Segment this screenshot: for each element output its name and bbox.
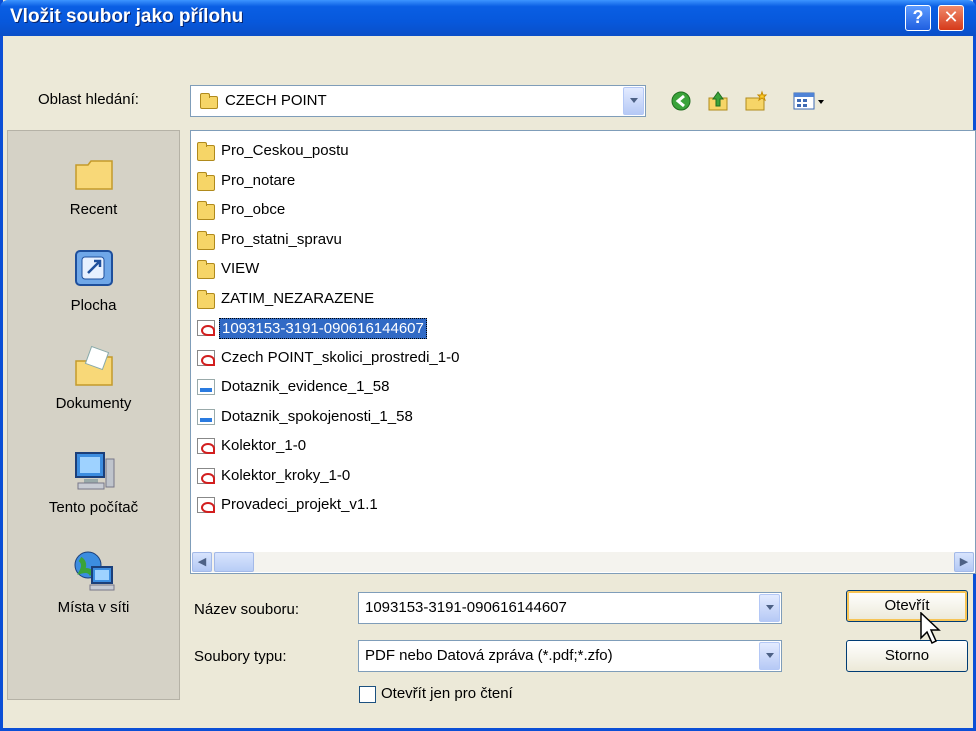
file-name: Dotaznik_spokojenosti_1_58 bbox=[221, 407, 413, 425]
place-computer[interactable]: Tento počítač bbox=[8, 449, 179, 516]
chevron-down-icon[interactable] bbox=[759, 642, 780, 670]
filetype-select[interactable]: PDF nebo Datová zpráva (*.pdf;*.zfo) bbox=[358, 640, 782, 672]
file-name: Pro_notare bbox=[221, 171, 296, 189]
places-bar: Recent Plocha Dokumenty Tento počítač Mí… bbox=[7, 130, 180, 700]
dialog-title: Vložit soubor jako přílohu bbox=[10, 6, 244, 27]
file-name: Pro_Ceskou_postu bbox=[221, 142, 349, 159]
folder-icon bbox=[197, 171, 215, 191]
folder-icon bbox=[197, 230, 215, 250]
computer-icon bbox=[72, 449, 116, 493]
filename-label: Název souboru: bbox=[194, 601, 300, 618]
documents-folder-icon bbox=[72, 345, 116, 389]
file-name: ZATIM_NEZARAZENE bbox=[221, 289, 375, 307]
readonly-checkbox[interactable] bbox=[359, 686, 376, 703]
pdf-file-icon bbox=[197, 467, 215, 484]
cancel-button[interactable]: Storno bbox=[846, 640, 968, 672]
file-name: Dotaznik_evidence_1_58 bbox=[221, 378, 390, 395]
filename-input[interactable]: 1093153-3191-090616144607 bbox=[358, 592, 782, 624]
lookin-combo[interactable]: CZECH POINT bbox=[190, 85, 646, 117]
folder-icon bbox=[200, 93, 218, 109]
place-recent[interactable]: Recent bbox=[8, 151, 179, 218]
open-button[interactable]: Otevřít bbox=[846, 590, 968, 622]
chevron-down-icon[interactable] bbox=[759, 594, 780, 622]
place-documents[interactable]: Dokumenty bbox=[8, 345, 179, 412]
zfo-file-icon bbox=[197, 379, 215, 395]
zfo-file-icon bbox=[197, 408, 215, 425]
back-icon[interactable] bbox=[670, 90, 694, 112]
file-name: 1093153-3191-090616144607 bbox=[219, 318, 427, 339]
filetype-value: PDF nebo Datová zpráva (*.pdf;*.zfo) bbox=[365, 647, 613, 664]
recent-folder-icon bbox=[72, 151, 116, 195]
chevron-down-icon[interactable] bbox=[623, 87, 644, 115]
file-name: Kolektor_kroky_1-0 bbox=[221, 466, 351, 484]
filetype-label: Soubory typu: bbox=[194, 648, 287, 665]
desktop-icon bbox=[72, 247, 116, 291]
pdf-file-icon bbox=[197, 320, 215, 336]
file-name: Czech POINT_skolici_prostredi_1-0 bbox=[221, 348, 460, 366]
close-button[interactable]: ✕ bbox=[938, 5, 964, 31]
place-desktop[interactable]: Plocha bbox=[8, 247, 179, 314]
file-name: VIEW bbox=[221, 260, 260, 277]
place-computer-label: Tento počítač bbox=[48, 499, 139, 516]
title-bar[interactable]: Vložit soubor jako přílohu ? ✕ bbox=[0, 0, 976, 36]
place-network[interactable]: Místa v síti bbox=[8, 549, 179, 616]
new-folder-icon[interactable] bbox=[744, 90, 768, 112]
folder-icon bbox=[197, 201, 215, 220]
horizontal-scrollbar[interactable]: ◀ ▶ bbox=[192, 552, 974, 572]
place-network-label: Místa v síti bbox=[57, 599, 130, 616]
filename-value: 1093153-3191-090616144607 bbox=[365, 599, 567, 616]
lookin-value: CZECH POINT bbox=[225, 92, 327, 109]
scroll-thumb[interactable] bbox=[214, 552, 254, 572]
lookin-label: Oblast hledání: bbox=[38, 91, 139, 108]
pdf-file-icon bbox=[197, 349, 215, 366]
help-button[interactable]: ? bbox=[905, 5, 931, 31]
readonly-label: Otevřít jen pro čtení bbox=[381, 685, 513, 702]
view-menu-icon[interactable] bbox=[793, 90, 827, 112]
place-recent-label: Recent bbox=[69, 201, 118, 218]
pdf-file-icon bbox=[197, 497, 215, 513]
scroll-left-icon[interactable]: ◀ bbox=[192, 552, 212, 572]
file-name: Kolektor_1-0 bbox=[221, 437, 307, 454]
scroll-right-icon[interactable]: ▶ bbox=[954, 552, 974, 572]
up-folder-icon[interactable] bbox=[707, 90, 731, 112]
pdf-file-icon bbox=[197, 438, 215, 454]
mouse-cursor-icon bbox=[920, 612, 941, 645]
file-name: Pro_obce bbox=[221, 201, 286, 218]
file-list[interactable]: Pro_Ceskou_postu Pro_notare Pro_obce Pro_st… bbox=[190, 130, 976, 574]
folder-icon bbox=[197, 142, 215, 161]
file-name: Pro_statni_spravu bbox=[221, 230, 342, 248]
network-icon bbox=[72, 549, 116, 593]
file-dialog: Vložit soubor jako přílohu ? ✕ Oblast hl… bbox=[0, 0, 976, 731]
folder-icon bbox=[197, 260, 215, 279]
folder-icon bbox=[197, 289, 215, 309]
place-documents-label: Dokumenty bbox=[55, 395, 132, 412]
file-name: Provadeci_projekt_v1.1 bbox=[221, 496, 378, 513]
place-desktop-label: Plocha bbox=[70, 297, 117, 314]
